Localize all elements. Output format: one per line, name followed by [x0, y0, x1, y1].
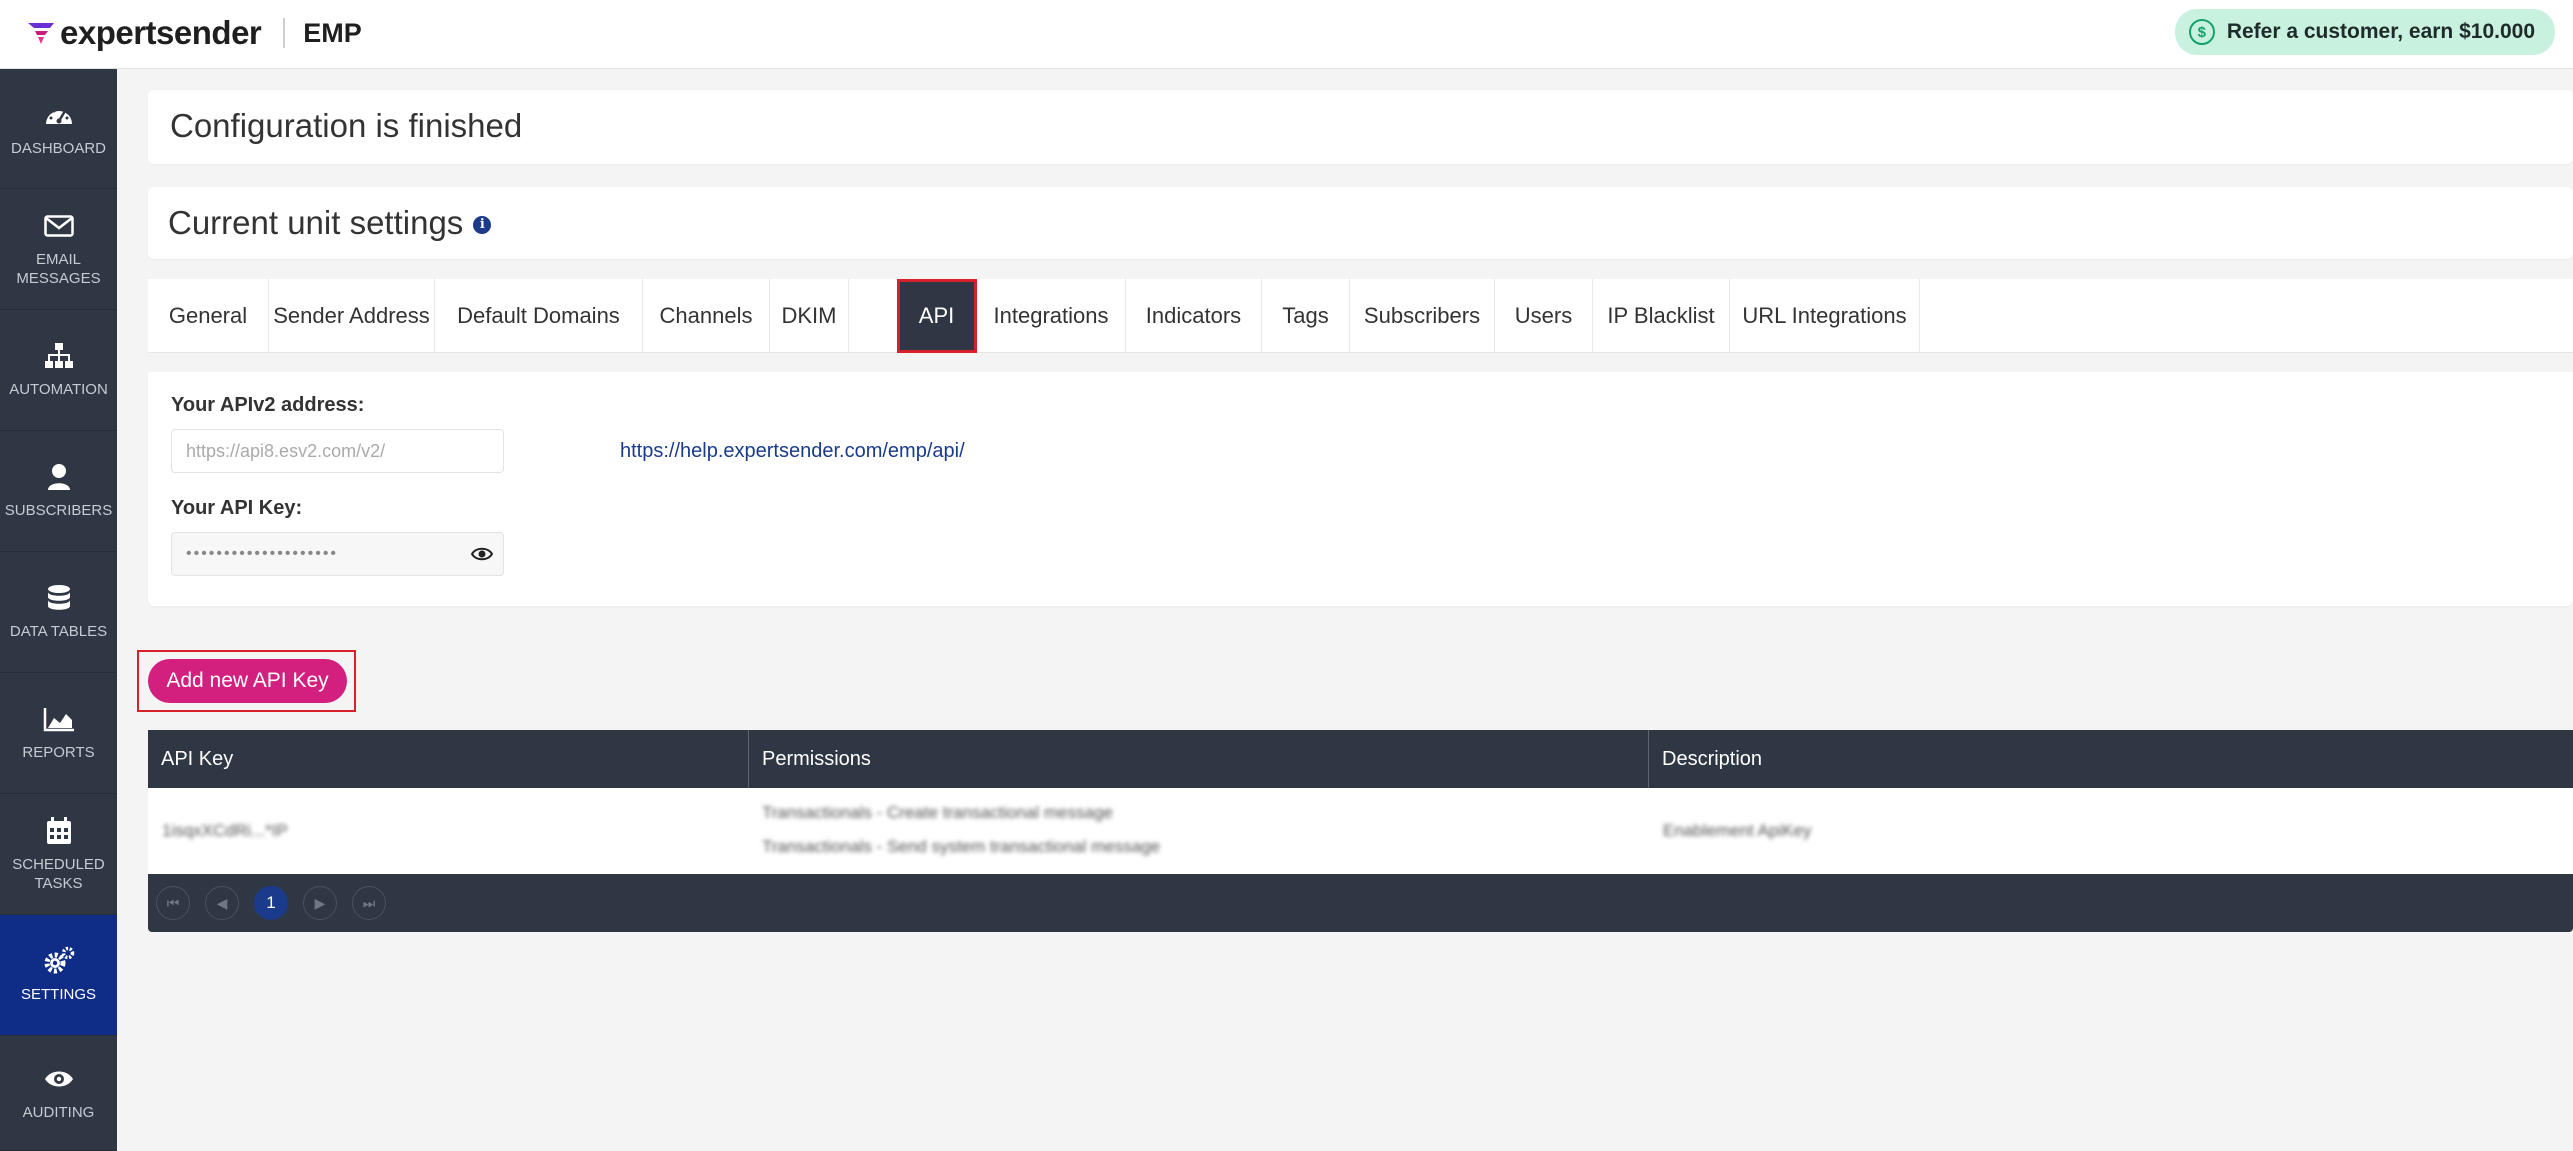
sidebar-item-label: DATA TABLES	[9, 623, 108, 641]
tab-url-integrations[interactable]: URL Integrations	[1730, 279, 1920, 353]
refer-label: Refer a customer, earn $10.000	[2226, 20, 2535, 43]
unit-settings-heading: Current unit settings i	[168, 204, 492, 242]
sidebar-item-settings[interactable]: SETTINGS	[0, 915, 117, 1036]
tab-sender-address[interactable]: Sender Address	[269, 279, 435, 353]
dashboard-gauge-icon	[43, 99, 75, 131]
calendar-icon	[43, 815, 75, 847]
column-description[interactable]: Description	[1649, 730, 2573, 788]
permission-item: Transactionals - Create transactional me…	[762, 803, 1113, 822]
configuration-status-card: Configuration is finished	[148, 90, 2573, 164]
table-pagination: ⏮ ◀ 1 ▶ ⏭	[148, 874, 2573, 932]
cogs-icon	[43, 945, 75, 977]
next-page-icon[interactable]: ▶	[303, 886, 337, 920]
column-permissions[interactable]: Permissions	[749, 730, 1649, 788]
tab-general[interactable]: General	[148, 279, 269, 353]
sidebar-item-label: SETTINGS	[20, 986, 96, 1004]
sidebar-item-label: EMAIL MESSAGES	[16, 250, 101, 288]
tab-indicators[interactable]: Indicators	[1126, 279, 1262, 353]
table-row[interactable]: 1isqxXCdRi...*IP Transactionals - Create…	[148, 788, 2573, 874]
tab-label: Users	[1514, 303, 1573, 328]
tab-dkim[interactable]: DKIM	[770, 279, 849, 353]
sidebar-item-scheduled-tasks[interactable]: SCHEDULED TASKS	[0, 794, 117, 915]
previous-page-icon[interactable]: ◀	[205, 886, 239, 920]
sidebar-item-reports[interactable]: REPORTS	[0, 673, 117, 794]
api-key-label: Your API Key:	[171, 497, 303, 519]
settings-tabs: General Sender Address Default Domains C…	[148, 279, 2573, 353]
top-bar: expertsender EMP $ Refer a customer, ear…	[0, 0, 2573, 69]
configuration-title: Configuration is finished	[170, 107, 523, 144]
user-icon	[43, 461, 75, 493]
api-help-link[interactable]: https://help.expertsender.com/emp/api/	[620, 440, 965, 463]
database-icon	[43, 582, 75, 614]
tab-label: API	[918, 303, 955, 328]
tab-subscribers[interactable]: Subscribers	[1350, 279, 1495, 353]
tab-label: DKIM	[781, 303, 837, 328]
apiv2-address-field[interactable]: https://api8.esv2.com/v2/	[171, 429, 504, 473]
sidebar-item-label: REPORTS	[22, 744, 95, 762]
sidebar-item-label: AUDITING	[22, 1104, 95, 1122]
column-api-key[interactable]: API Key	[148, 730, 749, 788]
sidebar-item-label: SUBSCRIBERS	[4, 502, 113, 520]
tab-ip-blacklist[interactable]: IP Blacklist	[1593, 279, 1730, 353]
tab-label: Sender Address	[273, 303, 430, 328]
add-api-key-highlight: Add new API Key	[137, 650, 356, 712]
envelope-icon	[43, 210, 75, 242]
tab-label: URL Integrations	[1742, 303, 1907, 328]
sidebar-item-label: DASHBOARD	[10, 139, 107, 157]
refer-customer-button[interactable]: $ Refer a customer, earn $10.000	[2174, 9, 2555, 55]
add-new-api-key-button[interactable]: Add new API Key	[148, 659, 347, 703]
description-cell: Enablement ApiKey	[1663, 821, 1812, 840]
tab-label: Default Domains	[457, 303, 620, 328]
tab-label: Subscribers	[1363, 303, 1481, 328]
sidebar-item-auditing[interactable]: AUDITING	[0, 1036, 117, 1151]
info-icon[interactable]: i	[473, 216, 492, 235]
api-key-field[interactable]: ••••••••••••••••••••	[171, 532, 504, 576]
area-chart-icon	[43, 703, 75, 735]
sidebar-item-subscribers[interactable]: SUBSCRIBERS	[0, 431, 117, 552]
sidebar-nav: DASHBOARD EMAIL MESSAGES AUTOMATION SUBS…	[0, 69, 117, 1151]
tab-label: IP Blacklist	[1607, 303, 1715, 328]
sidebar-item-data-tables[interactable]: DATA TABLES	[0, 552, 117, 673]
expertsender-logo-icon	[28, 23, 54, 44]
show-key-eye-icon[interactable]	[471, 546, 493, 562]
sidebar-item-email-messages[interactable]: EMAIL MESSAGES	[0, 189, 117, 310]
permission-item: Transactionals - Send system transaction…	[762, 837, 1161, 856]
tab-users[interactable]: Users	[1495, 279, 1593, 353]
tab-tags[interactable]: Tags	[1262, 279, 1350, 353]
app-name: EMP	[303, 17, 362, 48]
tab-label: Channels	[659, 303, 753, 328]
dollar-circle-icon: $	[2188, 19, 2215, 45]
tab-channels[interactable]: Channels	[643, 279, 770, 353]
tab-label: Indicators	[1145, 303, 1242, 328]
sidebar-item-dashboard[interactable]: DASHBOARD	[0, 69, 117, 189]
sidebar-item-label: AUTOMATION	[9, 381, 108, 399]
tab-label: Integrations	[993, 303, 1109, 328]
page-number-button[interactable]: 1	[254, 886, 288, 920]
logo-divider	[283, 18, 286, 48]
api-key-cell: 1isqxXCdRi...*IP	[162, 821, 288, 840]
eye-icon	[43, 1063, 75, 1095]
brand-name: expertsender	[60, 14, 262, 51]
sidebar-item-automation[interactable]: AUTOMATION	[0, 310, 117, 431]
tab-api[interactable]: API	[897, 279, 977, 353]
tab-default-domains[interactable]: Default Domains	[435, 279, 643, 353]
sidebar-item-label: SCHEDULED TASKS	[12, 855, 105, 893]
last-page-icon[interactable]: ⏭	[352, 886, 386, 920]
brand-logo[interactable]: expertsender EMP	[26, 13, 362, 53]
tab-integrations[interactable]: Integrations	[977, 279, 1126, 353]
table-header: API Key Permissions Description	[148, 730, 2573, 788]
api-key-masked-value: ••••••••••••••••••••	[186, 545, 339, 562]
tab-label: General	[168, 303, 248, 328]
unit-settings-title: Current unit settings	[168, 204, 464, 241]
tab-label: Tags	[1282, 303, 1329, 328]
unit-settings-card: Current unit settings i	[148, 187, 2573, 259]
apiv2-address-label: Your APIv2 address:	[171, 394, 365, 416]
api-settings-panel	[148, 372, 2573, 606]
first-page-icon[interactable]: ⏮	[156, 886, 190, 920]
sitemap-icon	[43, 340, 75, 372]
